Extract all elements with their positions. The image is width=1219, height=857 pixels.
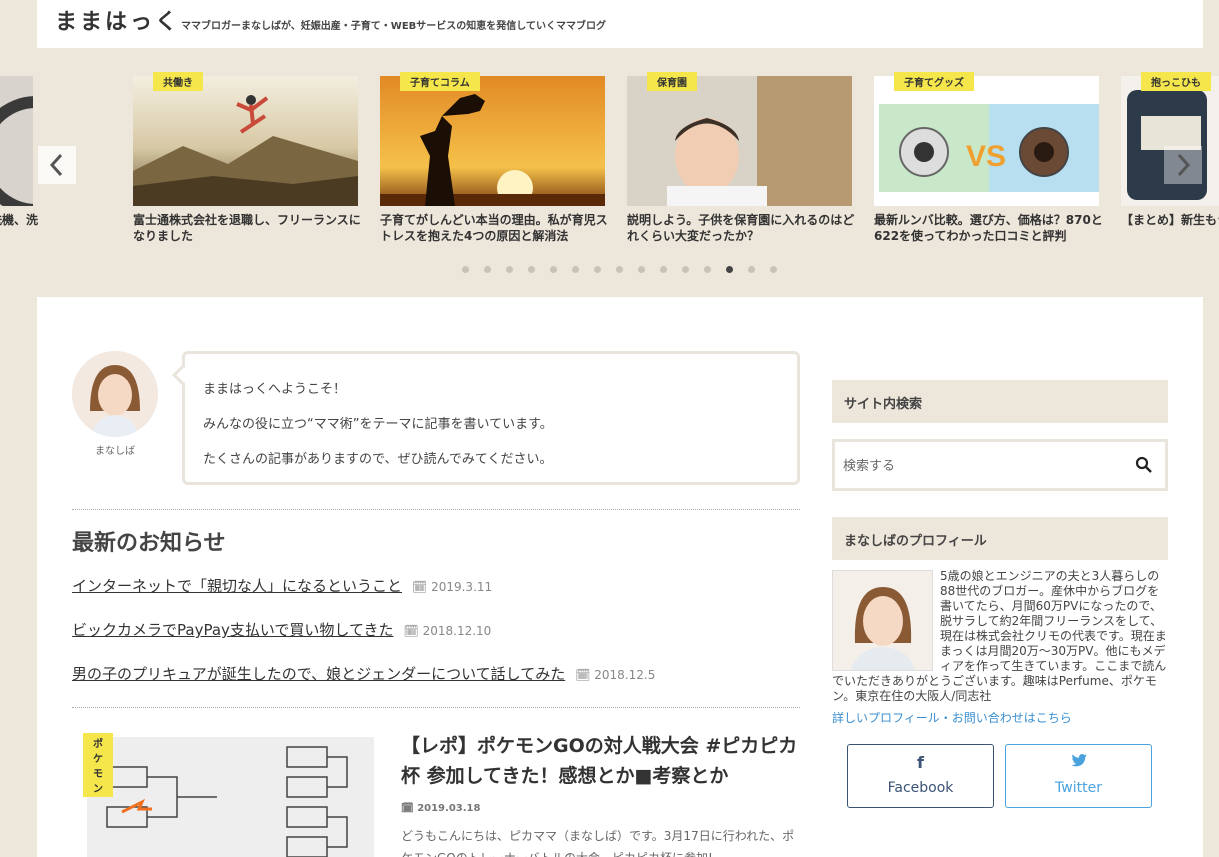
category-tag[interactable]: 共働き bbox=[153, 72, 203, 91]
post-date: 🗓 2019.03.18 bbox=[401, 803, 481, 814]
profile-photo bbox=[832, 570, 933, 671]
profile-link[interactable]: 詳しいプロフィール・お問い合わせはこちら bbox=[832, 709, 1172, 726]
author-name: まなしば bbox=[95, 446, 135, 457]
carousel-card[interactable]: 共働き 富士通株式会社を退職し、フリーランスになりました bbox=[133, 72, 363, 244]
card-title[interactable]: 最新ルンバ比較。選び方、価格は？870と622を使ってわかった口コミと評判 bbox=[874, 212, 1104, 244]
card-thumbnail[interactable]: VS bbox=[874, 76, 1099, 206]
card-thumbnail[interactable] bbox=[1121, 76, 1219, 206]
carousel-dot[interactable] bbox=[638, 266, 645, 273]
category-tag[interactable]: 抱っこひも bbox=[1141, 72, 1211, 91]
carousel-dot[interactable] bbox=[704, 266, 711, 273]
carousel-card[interactable]: 、食洗機、洗 bbox=[0, 76, 38, 228]
welcome-line: みんなの役に立つ“ママ術”をテーマに記事を書いています。 bbox=[203, 417, 553, 432]
post-thumbnail[interactable] bbox=[87, 737, 374, 857]
carousel-dot[interactable] bbox=[726, 266, 733, 273]
chevron-left-icon bbox=[49, 153, 63, 177]
carousel-dot[interactable] bbox=[506, 266, 513, 273]
site-header: ままはっく ママブロガーまなしばが、妊娠出産・子育て・WEBサービスの知恵を発信… bbox=[37, 0, 1203, 48]
card-thumbnail[interactable] bbox=[627, 76, 852, 206]
carousel-prev-button[interactable] bbox=[38, 146, 76, 184]
facebook-icon: f bbox=[917, 753, 924, 772]
post-excerpt: どうもこんにちは、ピカママ（まなしば）です。3月17日に行われた、ポケモンGOの… bbox=[401, 829, 795, 857]
carousel-dot[interactable] bbox=[770, 266, 777, 273]
carousel-dot[interactable] bbox=[748, 266, 755, 273]
svg-text:VS: VS bbox=[966, 140, 1006, 173]
calendar-icon: 🗓 bbox=[412, 580, 432, 594]
author-avatar bbox=[72, 351, 158, 437]
category-tag[interactable]: 保育園 bbox=[647, 72, 697, 91]
carousel-dot[interactable] bbox=[616, 266, 623, 273]
carousel-dot[interactable] bbox=[484, 266, 491, 273]
site-tagline: ママブロガーまなしばが、妊娠出産・子育て・WEBサービスの知恵を発信していくママ… bbox=[181, 21, 606, 32]
search-input[interactable] bbox=[843, 454, 1123, 478]
card-thumbnail[interactable] bbox=[380, 76, 605, 206]
site-logo[interactable]: ままはっく bbox=[55, 4, 180, 36]
news-item: 男の子のプリキュアが誕生したので、娘とジェンダーについて話してみた 🗓 2018… bbox=[72, 663, 655, 684]
facebook-label: Facebook bbox=[887, 780, 954, 796]
news-date: 🗓 2019.3.11 bbox=[412, 580, 493, 594]
carousel-card[interactable]: 子育てグッズ VS 最新ルンバ比較。選び方、価格は？870と622を使ってわかっ… bbox=[874, 72, 1104, 244]
news-link[interactable]: 男の子のプリキュアが誕生したので、娘とジェンダーについて話してみた bbox=[72, 663, 565, 684]
carousel-next-button[interactable] bbox=[1164, 146, 1202, 184]
news-date: 🗓 2018.12.5 bbox=[575, 668, 656, 682]
carousel-dot[interactable] bbox=[682, 266, 689, 273]
carousel-card[interactable]: 子育てコラム 子育てがしんどい本当の理由。私が育児ストレスを抱えた4つの原因と解… bbox=[380, 72, 610, 244]
search-icon[interactable] bbox=[1135, 456, 1153, 474]
carousel-dot[interactable] bbox=[550, 266, 557, 273]
news-link[interactable]: インターネットで「親切な人」になるということ bbox=[72, 575, 402, 596]
carousel-pagination bbox=[462, 266, 777, 273]
carousel-dot[interactable] bbox=[528, 266, 535, 273]
facebook-share-button[interactable]: f Facebook bbox=[847, 744, 994, 808]
search-form bbox=[832, 439, 1168, 491]
card-title[interactable]: 、食洗機、洗 bbox=[0, 212, 38, 228]
carousel-dot[interactable] bbox=[572, 266, 579, 273]
featured-carousel: 、食洗機、洗 共働き 富士通株式会社を退職し、フリーランスになりました 子育てコ… bbox=[0, 48, 1219, 296]
card-title[interactable]: 【まとめ】新生もランキング1( bbox=[1121, 212, 1219, 228]
card-title[interactable]: 説明しよう。子供を保育園に入れるのはどれくらい大変だったか？ bbox=[627, 212, 857, 244]
sidebar-profile-heading: まなしばのプロフィール bbox=[832, 517, 1168, 560]
card-thumbnail[interactable] bbox=[133, 76, 358, 206]
card-title[interactable]: 子育てがしんどい本当の理由。私が育児ストレスを抱えた4つの原因と解消法 bbox=[380, 212, 610, 244]
card-title[interactable]: 富士通株式会社を退職し、フリーランスになりました bbox=[133, 212, 363, 244]
calendar-icon: 🗓 bbox=[403, 624, 423, 638]
carousel-card[interactable]: 保育園 説明しよう。子供を保育園に入れるのはどれくらい大変だったか？ bbox=[627, 72, 857, 244]
twitter-icon bbox=[1006, 753, 1151, 773]
welcome-line: たくさんの記事がありますので、ぜひ読んでみてください。 bbox=[203, 452, 553, 467]
news-link[interactable]: ビックカメラでPayPay支払いで買い物してきた bbox=[72, 619, 394, 640]
twitter-label: Twitter bbox=[1055, 780, 1102, 796]
sidebar-search-heading: サイト内検索 bbox=[832, 380, 1168, 423]
news-date: 🗓 2018.12.10 bbox=[403, 624, 492, 638]
category-tag[interactable]: ポケモン bbox=[83, 733, 113, 797]
category-tag[interactable]: 子育てグッズ bbox=[894, 72, 974, 91]
carousel-dot[interactable] bbox=[462, 266, 469, 273]
calendar-icon: 🗓 bbox=[575, 668, 595, 682]
card-thumbnail[interactable] bbox=[0, 76, 33, 206]
category-tag[interactable]: 子育てコラム bbox=[400, 72, 480, 91]
carousel-dot[interactable] bbox=[594, 266, 601, 273]
news-item: ビックカメラでPayPay支払いで買い物してきた 🗓 2018.12.10 bbox=[72, 619, 491, 640]
news-heading: 最新のお知らせ bbox=[72, 531, 226, 556]
carousel-dot[interactable] bbox=[660, 266, 667, 273]
divider bbox=[72, 509, 800, 510]
twitter-share-button[interactable]: Twitter bbox=[1005, 744, 1152, 808]
welcome-message: ままはっくへようこそ！ みんなの役に立つ“ママ術”をテーマに記事を書いています。… bbox=[172, 351, 800, 485]
post-title[interactable]: 【レポ】ポケモンGOの対人戦大会 #ピカピカ杯 参加してきた！感想とか■考察とか bbox=[401, 731, 801, 791]
calendar-icon: 🗓 bbox=[401, 803, 418, 814]
news-item: インターネットで「親切な人」になるということ 🗓 2019.3.11 bbox=[72, 575, 492, 596]
divider bbox=[72, 707, 800, 708]
chevron-right-icon bbox=[1177, 153, 1191, 177]
welcome-line: ままはっくへようこそ！ bbox=[203, 382, 347, 397]
main-content: まなしば ままはっくへようこそ！ みんなの役に立つ“ママ術”をテーマに記事を書い… bbox=[37, 297, 1203, 857]
